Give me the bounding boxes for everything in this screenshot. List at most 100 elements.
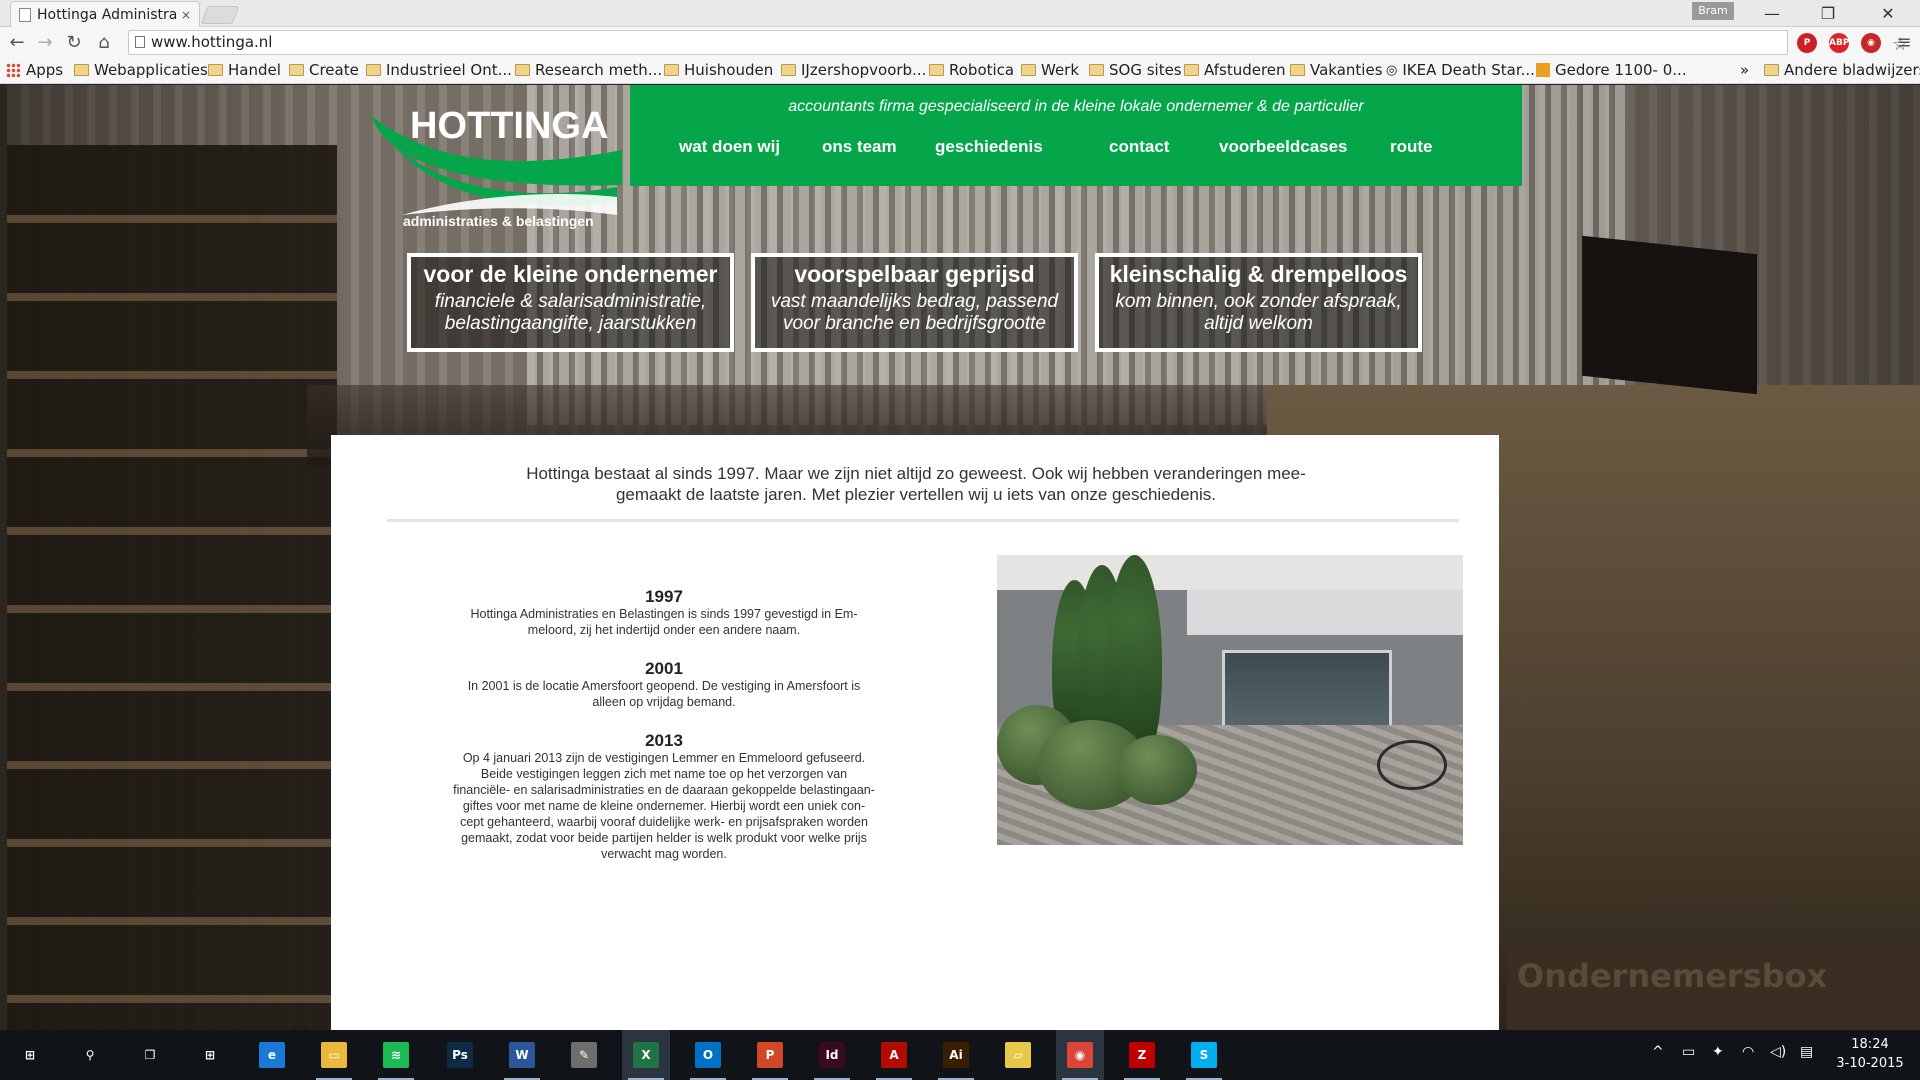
filezilla-icon: Z [1129,1042,1155,1068]
taskbar-spotify-button[interactable]: ≋ [372,1030,420,1080]
restore-button[interactable]: ❐ [1800,0,1856,27]
taskbar-excel-button[interactable]: X [622,1030,670,1080]
tab-close-icon[interactable]: × [181,8,191,22]
folder-icon [74,64,89,76]
bookmark-folder[interactable]: Webapplicaties [74,61,208,79]
bookmark-folder[interactable]: Create [289,61,359,79]
taskbar-sticky-notes-button[interactable]: ▱ [994,1030,1042,1080]
minimize-button[interactable]: — [1744,0,1800,27]
taskbar-word-button[interactable]: W [498,1030,546,1080]
bookmark-folder[interactable]: Handel [208,61,281,79]
action-center-icon[interactable]: ▤ [1800,1044,1813,1060]
bookmark-folder[interactable]: Robotica [929,61,1014,79]
history-line: verwacht mag worden. [601,847,727,861]
taskbar-outlook-button[interactable]: O [684,1030,732,1080]
taskbar-chrome-button[interactable]: ◉ [1056,1030,1104,1080]
bookmark-apps[interactable]: Apps [6,61,63,79]
bookmark-label: Afstuderen [1204,61,1286,79]
office-building-photo [997,555,1463,845]
nav-ons-team[interactable]: ons team [822,137,897,157]
new-tab-button[interactable] [200,6,240,24]
bookmark-folder[interactable]: IJzershopvoorb... [781,61,926,79]
bookmark-label: Handel [228,61,281,79]
folder-icon [515,64,530,76]
bookmark-folder[interactable]: Huishouden [664,61,773,79]
back-icon[interactable]: ← [5,31,29,55]
address-bar[interactable]: www.hottinga.nl ☆ [128,30,1908,55]
taskbar-filezilla-button[interactable]: Z [1118,1030,1166,1080]
nav-contact[interactable]: contact [1109,137,1169,157]
nav-route[interactable]: route [1390,137,1433,157]
clock[interactable]: 18:24 3-10-2015 [1820,1035,1920,1073]
sticky-notes-icon: ▱ [1005,1042,1031,1068]
web-page: Ondernemersbox HOTTINGA administraties &… [7,85,1920,1030]
tagline: accountants firma gespecialiseerd in de … [788,98,1364,115]
search-icon: ⚲ [77,1042,103,1068]
bookmarks-overflow-button[interactable]: » [1740,61,1749,79]
taskbar-edge-button[interactable]: e [248,1030,296,1080]
forward-icon[interactable]: → [33,31,57,55]
folder-icon [1021,64,1036,76]
nav-voorbeeldcases[interactable]: voorbeeldcases [1219,137,1348,157]
feature-box-kleine-ondernemer: voor de kleine ondernemer financiele & s… [407,253,734,352]
home-icon[interactable]: ⌂ [92,31,116,55]
folder-icon [289,64,304,76]
site-logo[interactable]: HOTTINGA administraties & belastingen [362,95,622,235]
history-text: Hottinga Administraties en Belastingen i… [446,606,882,638]
taskbar-file-explorer-button[interactable]: ▭ [310,1030,358,1080]
bookmark-link[interactable]: Gedore 1100- 0... [1536,61,1687,79]
reload-icon[interactable]: ↻ [62,31,86,55]
wifi-icon[interactable]: ◠ [1742,1044,1754,1060]
pinterest-extension-icon[interactable]: P [1797,33,1817,53]
bookmark-folder[interactable]: Industrieel Ont... [366,61,512,79]
extension-icon[interactable]: ◉ [1861,33,1881,53]
chrome-menu-icon[interactable]: ≡ [1892,31,1916,55]
nav-wat-doen-wij[interactable]: wat doen wij [679,137,780,157]
taskbar-photoshop-button[interactable]: Ps [436,1030,484,1080]
taskbar-acrobat-button[interactable]: A [870,1030,918,1080]
photo-bicycle [1377,740,1447,790]
dropbox-icon[interactable]: ✦ [1712,1044,1724,1060]
taskbar-illustrator-button[interactable]: Ai [932,1030,980,1080]
logo-subtitle: administraties & belastingen [403,213,594,229]
taskbar-indesign-button[interactable]: Id [808,1030,856,1080]
browser-toolbar: ← → ↻ ⌂ www.hottinga.nl ☆ P ABP ◉ ≡ [0,27,1920,58]
bookmark-label: Robotica [949,61,1015,79]
history-entry-2013: 2013 Op 4 januari 2013 zijn de vestiging… [446,731,882,862]
history-entry-2001: 2001 In 2001 is de locatie Amersfoort ge… [446,659,882,710]
close-window-button[interactable]: ✕ [1860,0,1916,27]
taskbar-powerpoint-button[interactable]: P [746,1030,794,1080]
battery-icon[interactable]: ▭ [1682,1044,1695,1060]
bookmark-folder[interactable]: SOG sites [1089,61,1182,79]
word-icon: W [509,1042,535,1068]
taskbar-paint-button[interactable]: ✎ [560,1030,608,1080]
tray-overflow-icon[interactable]: ^ [1652,1044,1664,1060]
bookmark-label: Vakanties [1310,61,1383,79]
paint-icon: ✎ [571,1042,597,1068]
taskbar-store-button[interactable]: ⊞ [186,1030,234,1080]
page-info-icon[interactable] [135,36,145,48]
history-year: 1997 [645,587,683,606]
taskbar-start-button[interactable]: ⊞ [6,1030,54,1080]
store-icon: ⊞ [197,1042,223,1068]
powerpoint-icon: P [757,1042,783,1068]
bookmark-folder[interactable]: Werk [1021,61,1079,79]
taskbar-skype-button[interactable]: S [1180,1030,1228,1080]
taskbar-search-button[interactable]: ⚲ [66,1030,114,1080]
browser-tab[interactable]: Hottinga Administrat × [10,1,200,27]
photoshop-icon: Ps [447,1042,473,1068]
bookmark-link[interactable]: ◎ IKEA Death Star... [1386,61,1535,79]
history-line: cept gehanteerd, waarbij vooraf duidelij… [460,815,868,829]
background-box-text: Ondernemersbox [1517,957,1828,995]
bookmark-folder[interactable]: Research meth... [515,61,662,79]
profile-button[interactable]: Bram [1692,2,1734,20]
other-bookmarks[interactable]: Andere bladwijzers [1764,61,1920,79]
taskbar-task-view-button[interactable]: ❐ [126,1030,174,1080]
volume-icon[interactable]: ◁) [1770,1044,1786,1060]
adblock-plus-icon[interactable]: ABP [1829,33,1849,53]
bookmark-folder[interactable]: Afstuderen [1184,61,1286,79]
nav-geschiedenis[interactable]: geschiedenis [935,137,1043,157]
intro-text: Hottinga bestaat al sinds 1997. Maar we … [521,463,1311,505]
windows-taskbar: ⊞ ⚲ ❐ ⊞ e ▭ ≋ Ps W ✎ X O P Id A Ai ▱ ◉ Z S ^ ▭ ✦ ◠ ◁) ▤ 18:… [0,1030,1920,1080]
bookmark-folder[interactable]: Vakanties [1290,61,1383,79]
